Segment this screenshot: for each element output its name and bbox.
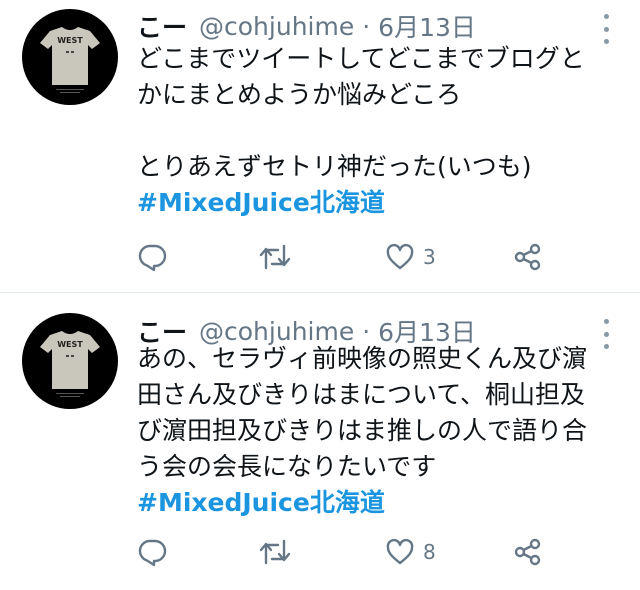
author-handle[interactable]: @cohjuhime [199,12,354,41]
tweet-text-line: び濵田担及びきりはま推しの人で語り合 [137,416,588,445]
share-icon [514,538,541,566]
retweet-icon [259,244,291,270]
avatar-text: WEST [57,340,83,349]
tweet-text-line: とりあえずセトリ神だった(いつも) [137,152,532,181]
tweet-text-line: 田さん及びきりはまについて、桐山担及 [137,380,586,409]
author-name[interactable]: こー [137,8,187,44]
tweet-text-line: う会の会長になりたいです [137,452,437,481]
reply-icon [138,244,167,272]
like-button[interactable]: 8 [385,534,436,570]
tweet-text-line [137,113,632,149]
hashtag-link[interactable]: #MixedJuice北海道 [137,485,632,521]
avatar-text: WEST [57,36,83,45]
tweet-text-line: どこまでツイートしてどこまでブログと [137,44,585,73]
like-icon [386,243,414,270]
tweet-actions: 8 [137,534,617,570]
tweet-actions: 3 [137,239,617,275]
reply-button[interactable] [137,239,167,275]
reply-icon [138,539,167,567]
tweet-text-line: あの、セラヴィ前映像の照史くん及び濵 [137,344,588,373]
tweet-header: こー @cohjuhime · 6月13日 [137,9,476,43]
more-options-icon[interactable] [596,14,616,44]
separator: · [362,11,371,41]
like-count: 8 [423,540,436,564]
retweet-icon [259,539,291,565]
retweet-button[interactable] [258,239,292,275]
tweet-text: どこまでツイートしてどこまでブログと かにまとめようか悩みどころ とりあえずセト… [137,41,632,221]
hashtag-link[interactable]: #MixedJuice北海道 [137,185,632,221]
share-button[interactable] [513,239,543,275]
tweet-date[interactable]: 6月13日 [378,8,476,44]
avatar-tshirt-image: WEST [40,331,100,397]
tweet-text: あの、セラヴィ前映像の照史くん及び濵 田さん及びきりはまについて、桐山担及 び濵… [137,341,632,521]
like-button[interactable]: 3 [385,239,436,275]
avatar[interactable]: WEST [22,9,118,105]
share-button[interactable] [513,534,543,570]
like-icon [386,538,414,565]
share-icon [514,243,541,271]
tweet-text-line: かにまとめようか悩みどころ [137,80,462,109]
avatar-tshirt-image: WEST [40,27,100,93]
retweet-button[interactable] [258,534,292,570]
avatar[interactable]: WEST [22,313,118,409]
tweet[interactable]: WEST こー @cohjuhime · 6月13日 あの、セラヴィ前映像の照史… [0,293,640,590]
tweet[interactable]: WEST こー @cohjuhime · 6月13日 どこまでツイートしてどこま… [0,0,640,292]
reply-button[interactable] [137,534,167,570]
like-count: 3 [423,245,436,269]
